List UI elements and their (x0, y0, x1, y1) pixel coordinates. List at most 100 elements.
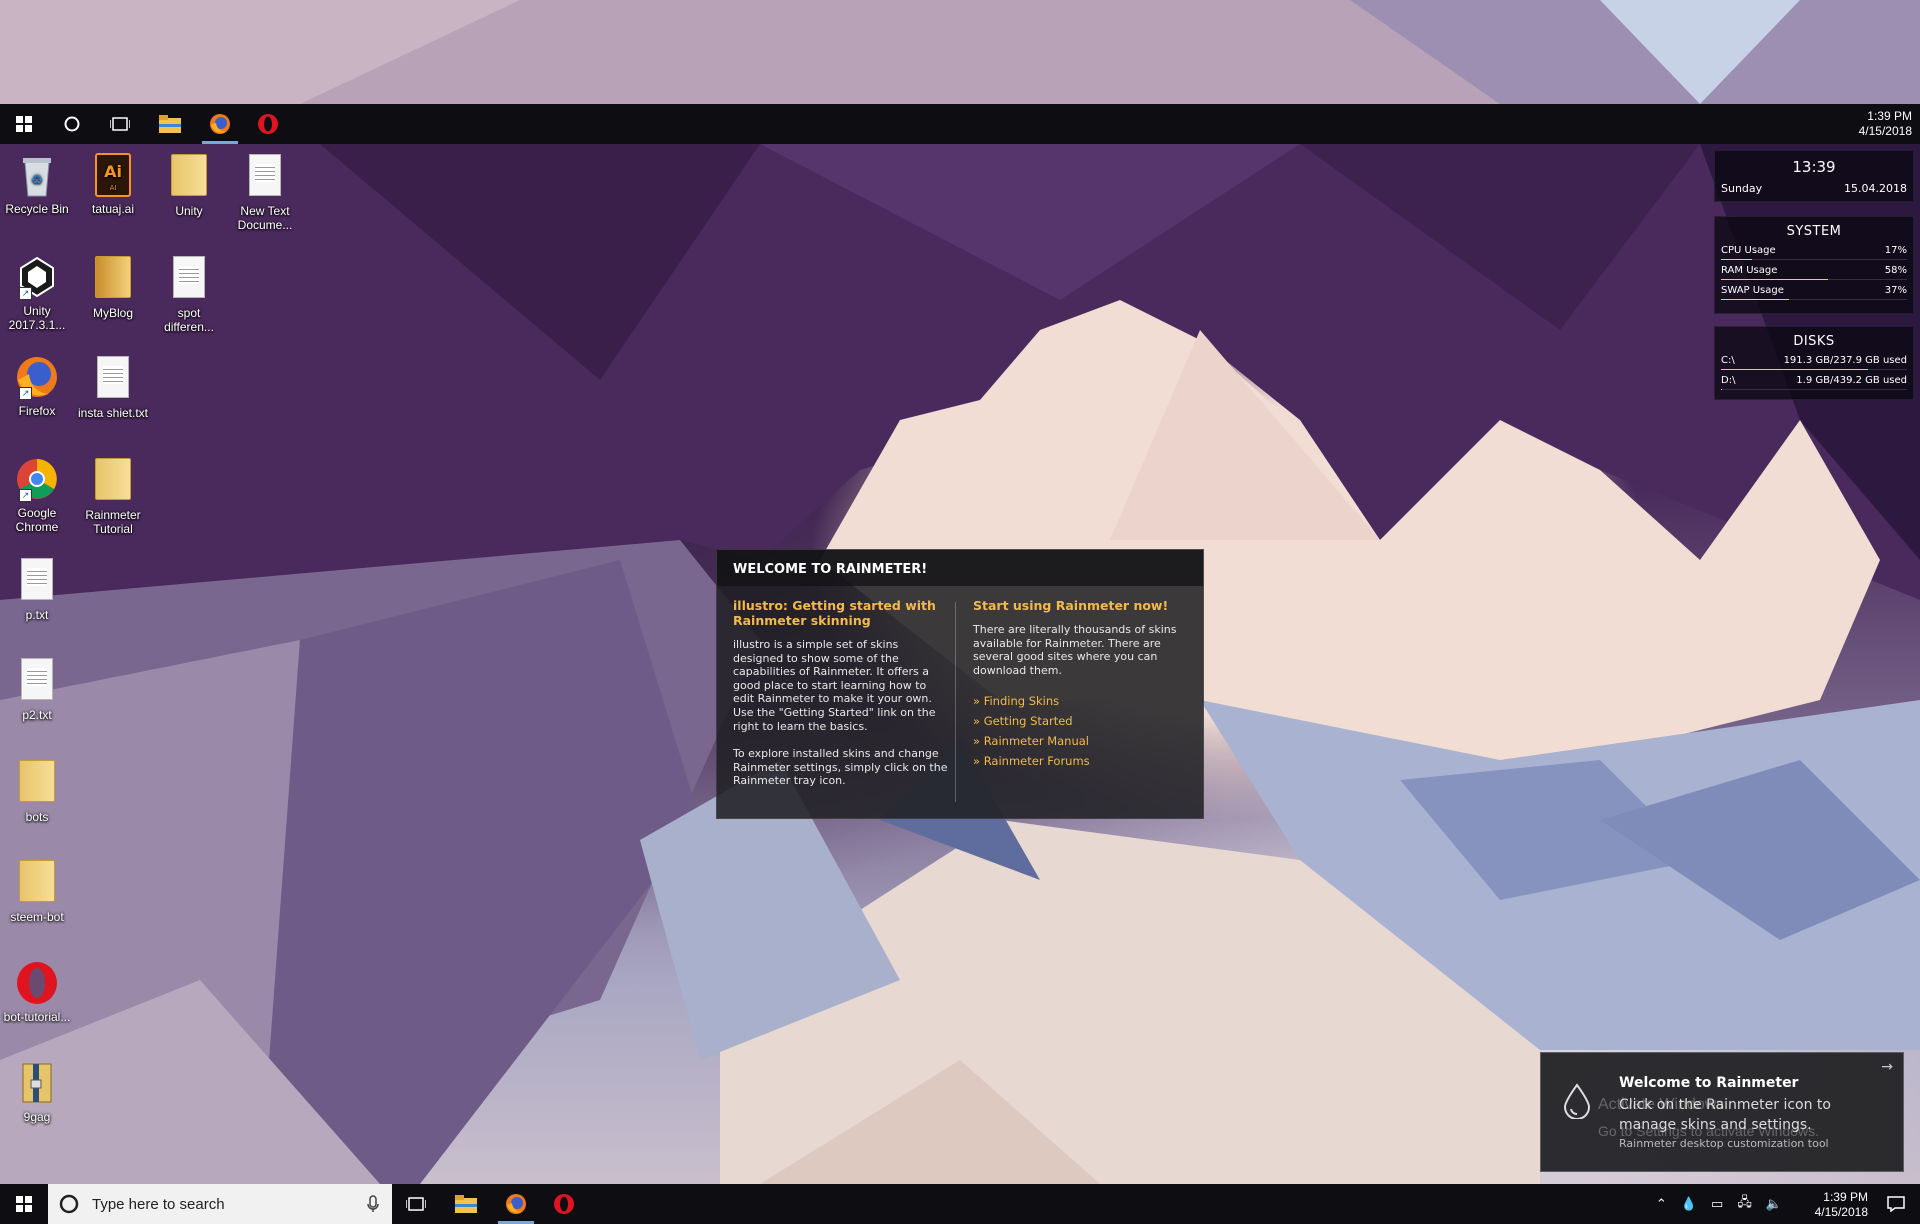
cpu-usage-bar (1721, 259, 1752, 260)
text-file-icon (15, 658, 59, 704)
cortana-icon (59, 1194, 79, 1214)
top-clock-date: 4/15/2018 (1858, 124, 1912, 138)
top-clock[interactable]: 1:39 PM 4/15/2018 (1859, 109, 1912, 139)
desktop-icon-label: bot-tutorial... (3, 1010, 71, 1024)
desktop-icon-unity-app[interactable]: ↗ Unity 2017.3.1... (0, 254, 74, 332)
volume-icon[interactable]: 🔈 (1766, 1196, 1782, 1212)
welcome-title: WELCOME TO RAINMETER! (717, 550, 1203, 586)
desktop-icon-label: New Text Docume... (237, 204, 293, 232)
firefox-icon[interactable] (196, 104, 244, 144)
desktop-icon-label: insta shiet.txt (77, 406, 149, 420)
disks-skin[interactable]: DISKS C:\ 191.3 GB/237.9 GB used D:\ 1.9… (1714, 326, 1914, 400)
desktop-icon-firefox[interactable]: ↗ Firefox (0, 354, 74, 418)
disk-d-bar (1721, 389, 1722, 390)
swap-usage-row: SWAP Usage 37% (1715, 285, 1913, 305)
file-explorer-icon[interactable] (146, 104, 194, 144)
clock-skin[interactable]: 13:39 Sunday 15.04.2018 (1714, 150, 1914, 202)
link-finding-skins[interactable]: » Finding Skins (973, 691, 1189, 711)
disk-c-label: C:\ (1721, 355, 1735, 366)
disk-d-label: D:\ (1721, 375, 1736, 386)
windows-start-icon[interactable] (0, 104, 48, 144)
welcome-right-paragraph: There are literally thousands of skins a… (973, 623, 1177, 677)
desktop-icon-bot-tutorial[interactable]: bot-tutorial... (0, 960, 74, 1024)
disk-d-row: D:\ 1.9 GB/439.2 GB used (1715, 375, 1913, 395)
desktop-icon-label: bots (25, 810, 49, 824)
ram-usage-bar (1721, 279, 1828, 280)
opera-icon (15, 960, 59, 1006)
shortcut-arrow-icon: ↗ (19, 489, 32, 502)
disk-c-bar (1721, 369, 1868, 370)
desktop-icon-label: steem-bot (10, 910, 64, 924)
link-getting-started[interactable]: » Getting Started (973, 711, 1189, 731)
microphone-icon[interactable] (366, 1195, 380, 1213)
ram-usage-row: RAM Usage 58% (1715, 265, 1913, 285)
desktop-icon-rainmeter-tutorial[interactable]: Rainmeter Tutorial (76, 456, 150, 536)
task-view-icon[interactable] (392, 1184, 440, 1224)
desktop-icon-bots[interactable]: bots (0, 758, 74, 824)
rainmeter-tray-icon[interactable]: 💧 (1681, 1196, 1697, 1212)
system-tray: ⌃ 💧 ▭ 🖧 🔈 (1656, 1184, 1782, 1224)
text-file-icon (15, 558, 59, 604)
taskbar-clock-date: 4/15/2018 (1814, 1205, 1868, 1219)
cpu-usage-value: 17% (1884, 245, 1907, 256)
text-file-icon (167, 256, 211, 302)
recycle-bin-icon: ♻ (15, 152, 59, 198)
opera-icon[interactable] (244, 104, 292, 144)
firefox-icon[interactable] (492, 1184, 540, 1224)
search-placeholder: Type here to search (92, 1195, 225, 1213)
folder-icon (15, 860, 59, 906)
welcome-right-heading: Start using Rainmeter now! (973, 598, 1169, 613)
activate-windows-line-2: Go to Settings to activate Windows. (1598, 1123, 1819, 1139)
desktop-icon-p2-txt[interactable]: p2.txt (0, 656, 74, 722)
archive-icon (15, 1060, 59, 1106)
desktop-icon-unity-folder[interactable]: Unity (152, 152, 226, 218)
taskbar-search-box[interactable]: Type here to search (48, 1184, 392, 1224)
unity-icon: ↗ (15, 254, 59, 300)
text-file-icon (91, 356, 135, 402)
desktop-icon-label: tatuaj.ai (91, 202, 135, 216)
rainmeter-welcome-panel[interactable]: WELCOME TO RAINMETER! illustro: Getting … (716, 549, 1204, 819)
opera-icon[interactable] (540, 1184, 588, 1224)
windows-start-icon[interactable] (0, 1184, 48, 1224)
desktop-icon-label: Rainmeter Tutorial (85, 508, 141, 536)
svg-text:AI: AI (110, 184, 117, 192)
clock-skin-time: 13:39 (1792, 158, 1836, 176)
system-skin[interactable]: SYSTEM CPU Usage 17% RAM Usage 58% SWAP … (1714, 216, 1914, 314)
battery-icon[interactable]: ▭ (1711, 1196, 1723, 1212)
link-rainmeter-forums[interactable]: » Rainmeter Forums (973, 751, 1189, 771)
desktop-icon-label: Google Chrome (15, 506, 59, 534)
cpu-usage-label: CPU Usage (1721, 245, 1776, 256)
desktop-icon-label: p2.txt (22, 708, 52, 722)
desktop-icon-tatuaj-ai[interactable]: Ai AI tatuaj.ai (76, 152, 150, 216)
ram-usage-value: 58% (1884, 265, 1907, 276)
desktop-icon-myblog[interactable]: MyBlog (76, 254, 150, 320)
welcome-right-column: Start using Rainmeter now! There are lit… (973, 598, 1189, 771)
file-explorer-icon[interactable] (442, 1184, 490, 1224)
toast-expand-icon[interactable]: → (1881, 1059, 1893, 1075)
taskbar-clock[interactable]: 1:39 PM 4/15/2018 (1815, 1190, 1868, 1220)
action-center-icon[interactable] (1872, 1184, 1920, 1224)
top-clock-time: 1:39 PM (1867, 109, 1912, 123)
disks-skin-title: DISKS (1793, 334, 1835, 349)
desktop-icon-new-text-document[interactable]: New Text Docume... (228, 152, 302, 232)
activate-windows-watermark: Activate Windows Go to Settings to activ… (1598, 1092, 1819, 1144)
desktop-icon-insta-shiet[interactable]: insta shiet.txt (76, 354, 150, 420)
cortana-icon[interactable] (48, 104, 96, 144)
desktop-icon-recycle-bin[interactable]: ♻ Recycle Bin (0, 152, 74, 216)
desktop-icon-label: Firefox (18, 404, 56, 418)
welcome-left-paragraph-2: To explore installed skins and change Ra… (733, 747, 948, 788)
disk-c-row: C:\ 191.3 GB/237.9 GB used (1715, 355, 1913, 375)
chevron-up-icon[interactable]: ⌃ (1656, 1196, 1667, 1212)
desktop-icon-9gag[interactable]: 9gag (0, 1060, 74, 1124)
desktop-icon-p-txt[interactable]: p.txt (0, 556, 74, 622)
desktop-icon-spot-differences[interactable]: spot differen... (152, 254, 226, 334)
link-rainmeter-manual[interactable]: » Rainmeter Manual (973, 731, 1189, 751)
desktop-icon-google-chrome[interactable]: ↗ Google Chrome (0, 456, 74, 534)
task-view-icon[interactable] (96, 104, 144, 144)
desktop-icon-label: Unity 2017.3.1... (8, 304, 66, 332)
swap-usage-value: 37% (1884, 285, 1907, 296)
chrome-icon: ↗ (15, 456, 59, 502)
desktop-icon-steem-bot[interactable]: steem-bot (0, 858, 74, 924)
clock-skin-date: 15.04.2018 (1844, 182, 1907, 195)
network-icon[interactable]: 🖧 (1737, 1193, 1752, 1215)
